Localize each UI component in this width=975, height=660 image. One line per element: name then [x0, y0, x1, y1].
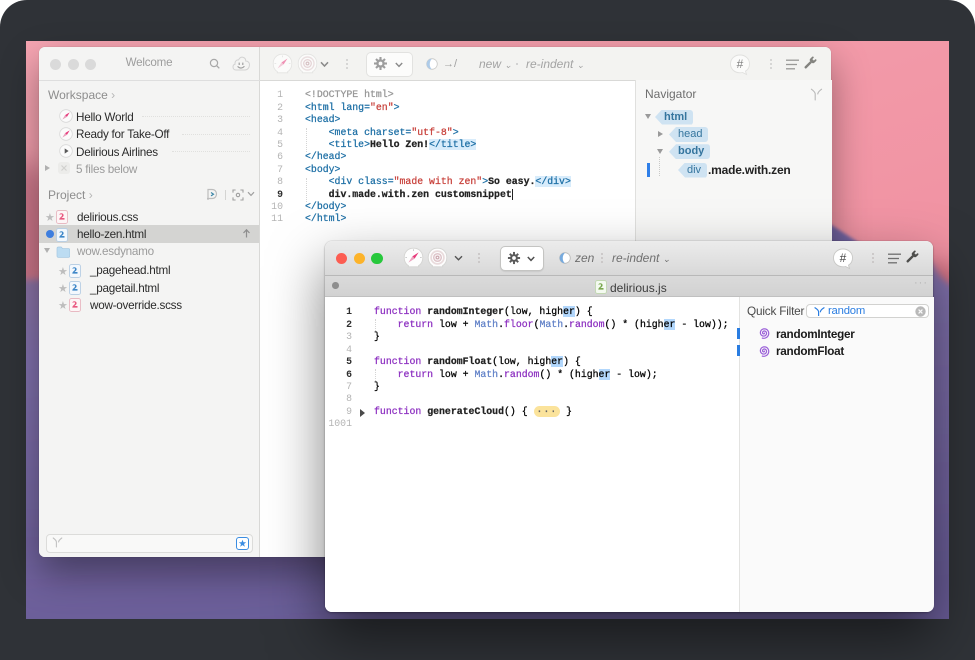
svg-text:#: # [737, 57, 744, 71]
svg-text:#: # [840, 251, 847, 265]
